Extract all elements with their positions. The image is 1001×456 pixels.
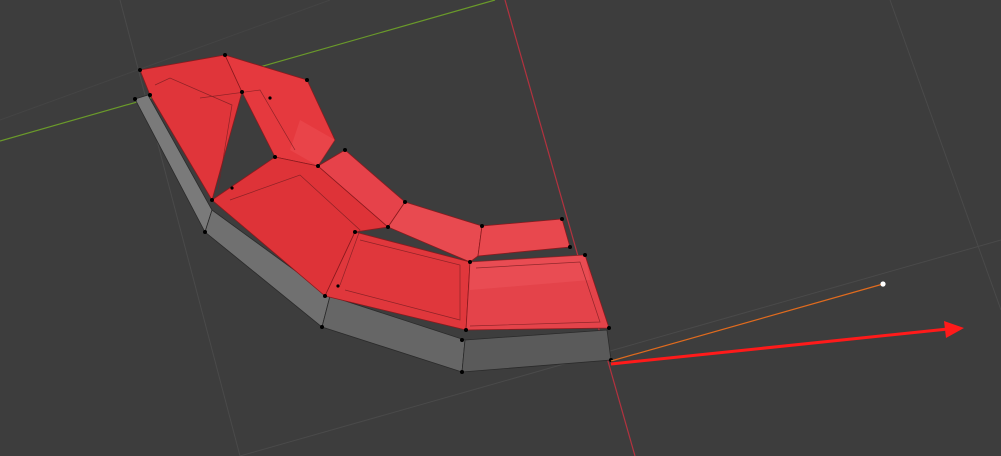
3d-viewport[interactable] [0,0,1001,456]
gizmo-pivot-dot[interactable] [880,281,886,287]
mesh-selected-faces[interactable] [139,54,610,331]
viewport-canvas[interactable] [0,0,1001,456]
face-segment-4b [477,218,571,257]
move-x-arrow-icon[interactable] [610,321,964,366]
